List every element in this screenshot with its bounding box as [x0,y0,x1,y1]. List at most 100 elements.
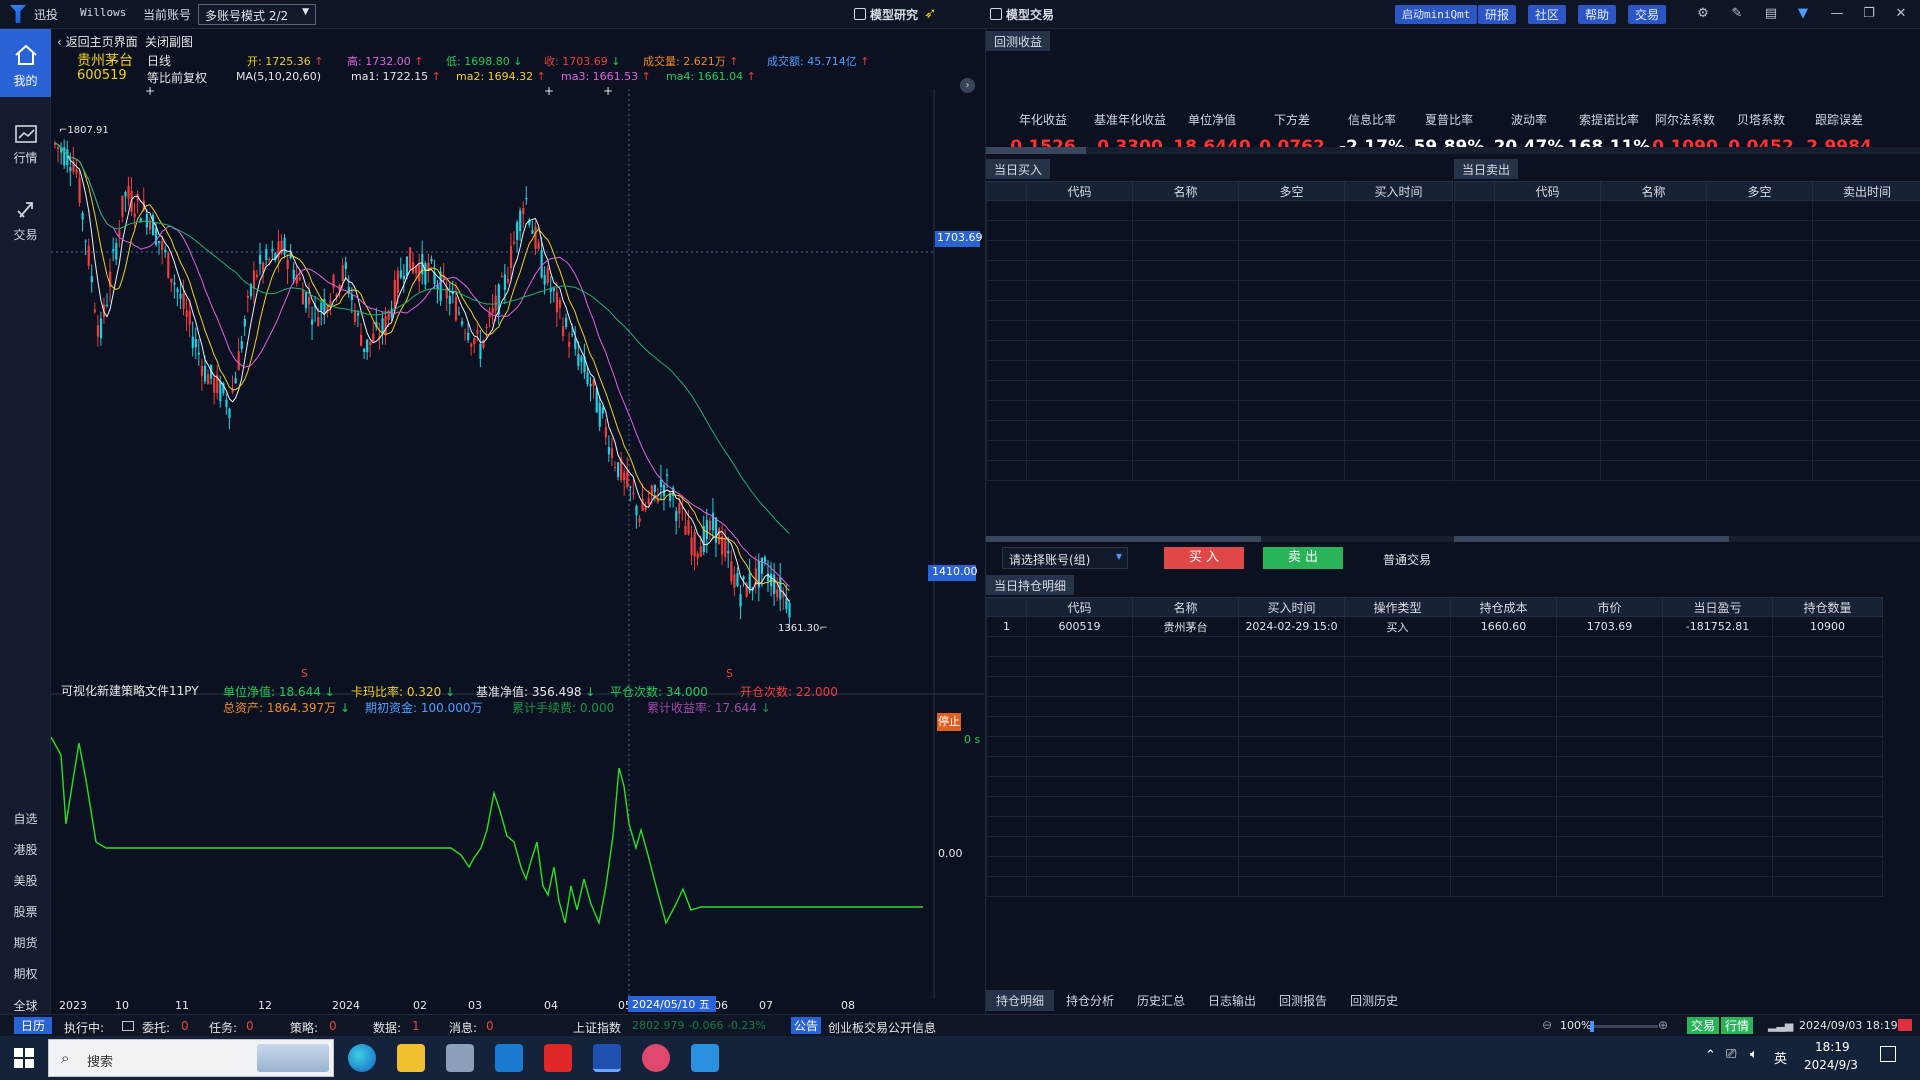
stats-scroll-thumb[interactable] [986,147,1086,154]
sell-button[interactable]: 卖 出 [1263,547,1343,569]
vscode-icon[interactable] [495,1044,523,1072]
table-row[interactable] [986,836,1883,857]
table-row[interactable] [986,776,1883,797]
table-row[interactable] [986,636,1883,657]
nav-watchlist[interactable]: 自选 [0,810,51,827]
xuntou-taskbar-icon[interactable] [593,1044,621,1072]
header-cell[interactable]: 持仓数量 [1772,597,1883,617]
table-row[interactable] [986,460,1453,481]
table-row[interactable] [986,260,1453,281]
app-icon[interactable] [446,1044,474,1072]
taskbar-search-box[interactable]: ⌕ 搜索 [48,1039,334,1077]
table-row[interactable] [986,796,1883,817]
table-row[interactable] [986,816,1883,837]
model-trade-tab[interactable]: 模型交易 [1006,6,1054,23]
zoom-slider-thumb[interactable] [1590,1021,1594,1032]
account-group-select[interactable]: 请选择账号(组) ▼ [1002,547,1128,569]
strategy-label[interactable]: 策略: [290,1019,318,1036]
table-row[interactable] [986,440,1453,461]
table-row[interactable] [1454,380,1920,401]
zoom-slider[interactable] [1590,1021,1658,1032]
data-label[interactable]: 数据: [373,1019,401,1036]
table-row[interactable] [986,300,1453,321]
close-icon[interactable]: ✕ [1892,5,1910,23]
table-row[interactable] [1454,440,1920,461]
candlestick-chart[interactable] [51,29,984,1019]
table-row[interactable] [986,200,1453,221]
bottom-tab[interactable]: 持仓明细 [986,990,1055,1011]
restore-icon[interactable]: ❐ [1860,5,1878,23]
backtest-tab[interactable]: 回测收益 [986,31,1051,51]
photos-icon[interactable] [691,1044,719,1072]
start-miniqmt-button[interactable]: 启动miniQmt [1395,5,1478,24]
scroll-thumb[interactable] [986,536,1261,542]
bottom-tab[interactable]: 持仓分析 [1056,990,1124,1011]
camera-app-icon[interactable] [642,1044,670,1072]
stop-button[interactable]: 停止 [937,713,961,731]
layout-icon[interactable]: ▤ [1762,5,1780,23]
header-cell[interactable]: 市价 [1556,597,1663,617]
table-row[interactable] [986,340,1453,361]
nav-stocks[interactable]: 股票 [0,903,51,920]
table-row[interactable] [986,756,1883,777]
zoom-in-icon[interactable]: ⊕ [1658,1018,1668,1032]
table-row[interactable] [1454,400,1920,421]
help-button[interactable]: 帮助 [1578,5,1617,24]
notice-badge[interactable]: 公告 [791,1017,821,1034]
table-row[interactable] [986,320,1453,341]
table-row[interactable] [1454,340,1920,361]
notification-icon[interactable] [1880,1046,1896,1062]
table-row[interactable] [986,876,1883,897]
windows-start-icon[interactable] [14,1048,34,1068]
table-row[interactable] [1454,220,1920,241]
network-icon[interactable]: ⎚ [1726,1047,1736,1062]
calendar-button[interactable]: 日历 [14,1017,52,1034]
table-row[interactable] [1454,420,1920,441]
table-row[interactable] [986,380,1453,401]
table-row[interactable] [986,736,1883,757]
table-row[interactable] [1454,300,1920,321]
table-row[interactable] [986,696,1883,717]
table-row[interactable] [986,420,1453,441]
gear-icon[interactable]: ⚙ [1694,5,1712,23]
nav-futures[interactable]: 期货 [0,934,51,951]
header-cell[interactable]: 当日盈亏 [1662,597,1773,617]
normal-trade-label[interactable]: 普通交易 [1383,551,1431,568]
volume-icon[interactable]: 🔈︎ [1750,1047,1758,1062]
entrust-label[interactable]: 委托: [142,1019,170,1036]
taskbar-date[interactable]: 2024/9/3 [1804,1058,1858,1072]
header-cell[interactable]: 操作类型 [1344,597,1451,617]
header-cell[interactable]: 持仓成本 [1450,597,1557,617]
tables-scrollbar[interactable] [986,536,1920,542]
research-report-button[interactable]: 研报 [1478,5,1517,24]
table-row[interactable] [1454,360,1920,381]
table-row[interactable] [1454,320,1920,341]
nav-options[interactable]: 期权 [0,965,51,982]
minimize-icon[interactable]: — [1828,5,1846,23]
table-row[interactable] [1454,240,1920,261]
bottom-tab[interactable]: 回测历史 [1340,990,1408,1011]
collapse-arrow-icon[interactable]: › [960,78,975,93]
scroll-thumb[interactable] [1454,536,1729,542]
ime-indicator[interactable]: 英 [1774,1048,1787,1067]
edit-icon[interactable]: ✎ [1728,5,1746,23]
nav-trade[interactable]: 交易 [0,199,51,259]
nav-mine[interactable]: 我的 [0,29,51,97]
stats-scrollbar[interactable] [986,147,1920,154]
bottom-tab[interactable]: 回测报告 [1269,990,1337,1011]
community-button[interactable]: 社区 [1528,5,1567,24]
header-cell[interactable]: 代码 [1026,597,1133,617]
nav-us[interactable]: 美股 [0,872,51,889]
alert-icon[interactable] [1898,1019,1912,1031]
edge-icon[interactable] [348,1044,376,1072]
tray-chevron-icon[interactable]: ⌃ [1705,1048,1716,1063]
table-row[interactable] [1454,200,1920,221]
table-row[interactable] [986,716,1883,737]
table-row[interactable] [986,856,1883,877]
shirt-icon[interactable]: ▼ [1794,5,1812,23]
table-row[interactable] [986,240,1453,261]
taskbar-time[interactable]: 18:19 [1815,1040,1850,1054]
file-explorer-icon[interactable] [397,1044,425,1072]
user-name[interactable]: Willows [80,6,126,19]
trade-status-badge[interactable]: 交易 [1687,1017,1719,1034]
